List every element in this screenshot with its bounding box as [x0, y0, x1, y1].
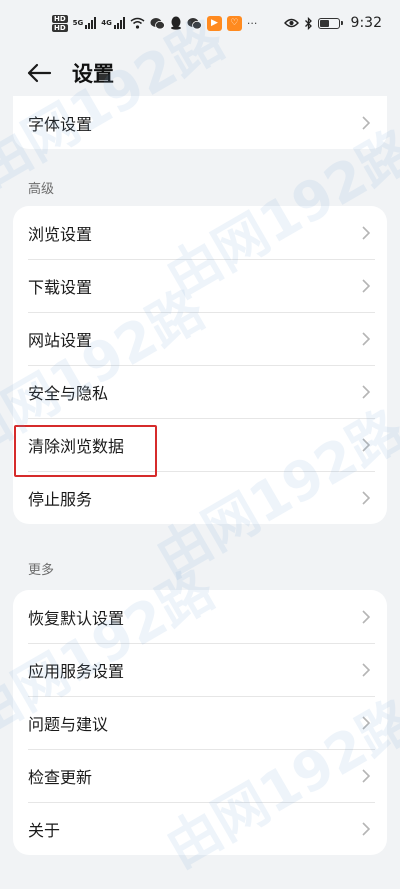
- settings-item-download[interactable]: 下载设置: [13, 259, 387, 312]
- settings-item-label: 检查更新: [28, 767, 93, 787]
- wechat-icon: [150, 17, 165, 29]
- page-title: 设置: [72, 62, 114, 86]
- settings-screen: HD HD 5G 4G ▶ ♡ ··· 9:32 设置 字体设置 高级 浏览设置…: [0, 0, 400, 889]
- settings-item-label: 关于: [28, 820, 61, 840]
- status-bar: HD HD 5G 4G ▶ ♡ ··· 9:32: [0, 0, 400, 46]
- settings-item-app-service[interactable]: 应用服务设置: [13, 643, 387, 696]
- settings-item-label: 停止服务: [28, 489, 93, 509]
- settings-item-label: 恢复默认设置: [28, 608, 125, 628]
- settings-item-stop-service[interactable]: 停止服务: [13, 471, 387, 524]
- wifi-icon: [130, 17, 145, 29]
- hd-badge-1: HD: [52, 14, 68, 23]
- chevron-right-icon: [361, 821, 371, 837]
- status-bar-right: 9:32: [283, 15, 382, 31]
- back-button[interactable]: [26, 57, 58, 89]
- chevron-right-icon: [361, 384, 371, 400]
- more-notifications-icon: ···: [246, 16, 258, 30]
- signal-icon: [85, 17, 97, 29]
- settings-item-about[interactable]: 关于: [13, 802, 387, 855]
- chevron-right-icon: [361, 609, 371, 625]
- settings-item-clear-browsing-data[interactable]: 清除浏览数据: [13, 418, 387, 471]
- general-settings-card: 字体设置: [13, 96, 387, 149]
- chevron-right-icon: [361, 437, 371, 453]
- wechat-icon-2: [187, 17, 202, 29]
- app-header: 设置: [0, 46, 400, 100]
- hd-badge-2: HD: [52, 23, 68, 32]
- settings-item-label: 应用服务设置: [28, 661, 125, 681]
- section-header-more: 更多: [28, 563, 55, 578]
- chevron-right-icon: [361, 715, 371, 731]
- network-type-4g: 4G: [101, 18, 112, 27]
- settings-item-font[interactable]: 字体设置: [13, 96, 387, 149]
- bluetooth-icon: [304, 16, 312, 30]
- settings-item-check-update[interactable]: 检查更新: [13, 749, 387, 802]
- chevron-right-icon: [361, 225, 371, 241]
- chevron-right-icon: [361, 115, 371, 131]
- chevron-right-icon: [361, 278, 371, 294]
- status-bar-left: HD HD 5G 4G ▶ ♡ ···: [52, 14, 258, 32]
- more-settings-card: 恢复默认设置 应用服务设置 问题与建议 检查更新 关于: [13, 590, 387, 855]
- settings-item-browse[interactable]: 浏览设置: [13, 206, 387, 259]
- back-arrow-icon: [27, 63, 52, 83]
- network-type-5g: 5G: [72, 18, 84, 27]
- chevron-right-icon: [361, 768, 371, 784]
- chevron-right-icon: [361, 662, 371, 678]
- settings-item-label: 安全与隐私: [28, 383, 109, 403]
- settings-item-label: 下载设置: [28, 277, 93, 297]
- settings-item-security-privacy[interactable]: 安全与隐私: [13, 365, 387, 418]
- settings-item-website[interactable]: 网站设置: [13, 312, 387, 365]
- battery-fill: [319, 19, 330, 27]
- status-time: 9:32: [350, 15, 382, 31]
- settings-item-label: 清除浏览数据: [28, 436, 125, 456]
- settings-item-label: 字体设置: [28, 114, 93, 134]
- message-app-icon: ♡: [226, 15, 242, 31]
- video-app-icon: ▶: [206, 15, 222, 31]
- settings-item-label: 浏览设置: [28, 224, 93, 244]
- qq-icon: [170, 16, 181, 30]
- settings-item-restore-defaults[interactable]: 恢复默认设置: [13, 590, 387, 643]
- section-header-advanced: 高级: [28, 182, 55, 197]
- settings-item-feedback[interactable]: 问题与建议: [13, 696, 387, 749]
- battery-icon: [317, 17, 343, 29]
- chevron-right-icon: [361, 490, 371, 506]
- advanced-settings-card: 浏览设置 下载设置 网站设置 安全与隐私 清除浏览数据 停止服务: [13, 206, 387, 524]
- settings-item-label: 问题与建议: [28, 714, 109, 734]
- eye-icon: [283, 18, 299, 28]
- hd-indicator: HD HD: [52, 14, 68, 32]
- signal-icon-2: [113, 17, 125, 29]
- chevron-right-icon: [361, 331, 371, 347]
- settings-item-label: 网站设置: [28, 330, 93, 350]
